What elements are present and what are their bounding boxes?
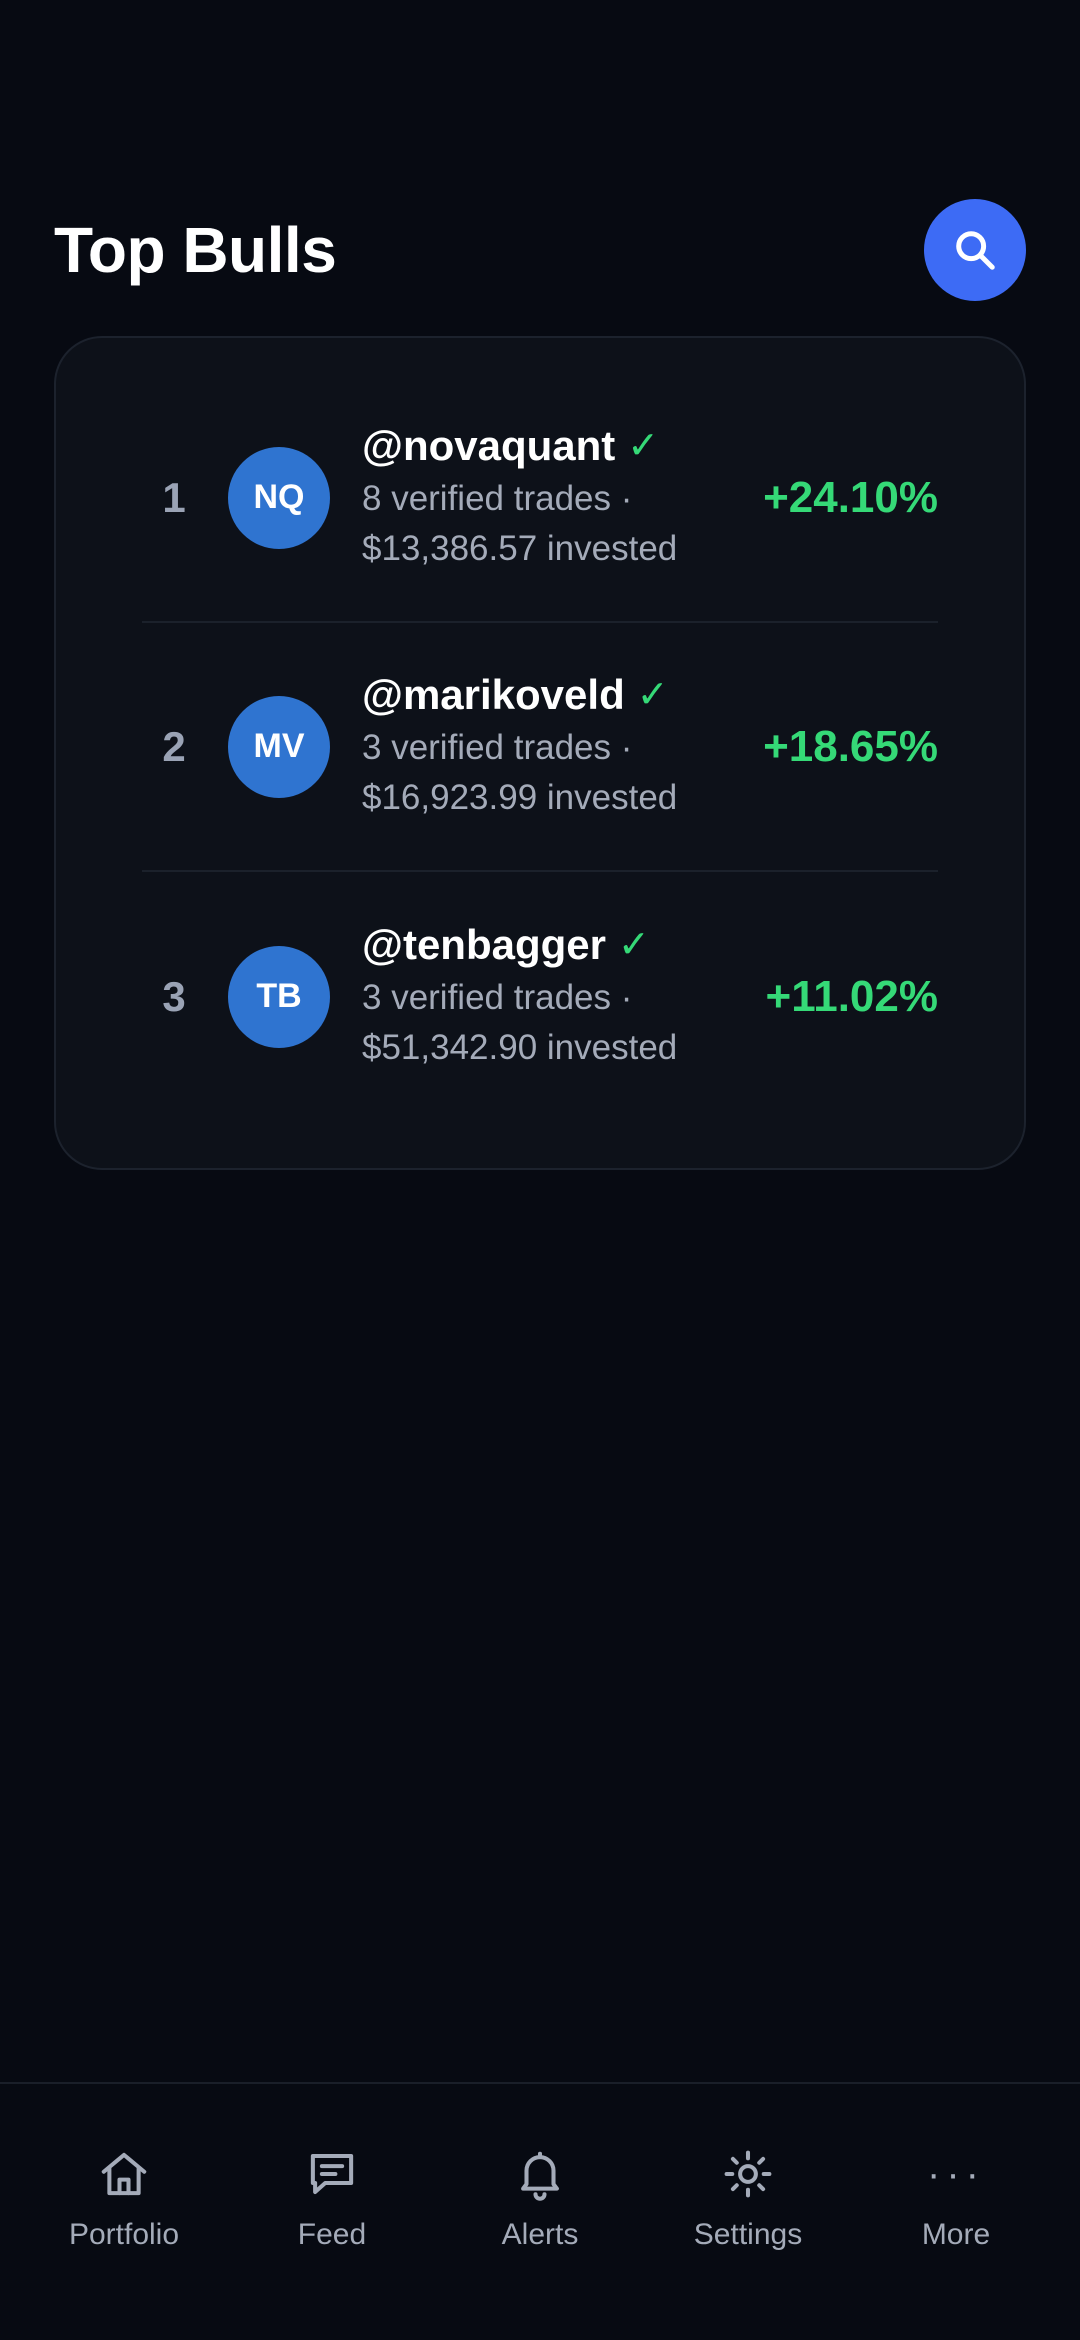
handle-line: @tenbagger ✓ (362, 921, 766, 969)
avatar: TB (228, 945, 330, 1048)
nav-label: Alerts (501, 2218, 579, 2251)
trader-handle: @tenbagger (362, 920, 606, 968)
handle-line: @novaquant ✓ (362, 422, 763, 470)
leaderboard-card: 1 NQ @novaquant ✓ 8 verified trades · $1… (54, 336, 1026, 1170)
invested-amount: $16,923.99 invested (362, 777, 678, 817)
bottom-nav: Portfolio Feed Alerts Settings ··· More (0, 2082, 1080, 2340)
page-title: Top Bulls (54, 214, 337, 286)
trader-info: @novaquant ✓ 8 verified trades · $13,386… (362, 422, 763, 574)
bell-icon (512, 2146, 568, 2202)
nav-label: Feed (297, 2218, 367, 2251)
trader-info: @marikoveld ✓ 3 verified trades · $16,92… (362, 671, 763, 823)
invested-amount: $51,342.90 invested (362, 1027, 678, 1067)
trader-handle: @novaquant (362, 421, 616, 469)
gear-icon (720, 2146, 776, 2202)
gain-percent: +24.10% (763, 472, 938, 522)
avatar: NQ (228, 446, 330, 549)
trades-count: 3 verified trades · (362, 977, 633, 1017)
header: Top Bulls (54, 198, 1026, 302)
rank-number: 2 (162, 722, 186, 770)
more-dots-icon: ··· (927, 2152, 985, 2196)
trades-count: 3 verified trades · (362, 727, 633, 767)
search-button[interactable] (924, 199, 1026, 301)
leaderboard-row[interactable]: 2 MV @marikoveld ✓ 3 verified trades · $… (142, 623, 938, 872)
verified-check-icon: ✓ (636, 674, 669, 716)
nav-label: Portfolio (68, 2218, 180, 2251)
search-icon (956, 231, 995, 270)
nav-item-alerts[interactable]: Alerts (440, 2084, 640, 2340)
gain-percent: +18.65% (763, 721, 938, 771)
invested-amount: $13,386.57 invested (362, 528, 678, 568)
verified-check-icon: ✓ (627, 425, 660, 467)
home-icon (96, 2146, 152, 2202)
trader-info: @tenbagger ✓ 3 verified trades · $51,342… (362, 921, 766, 1073)
verified-check-icon: ✓ (617, 924, 650, 966)
avatar: MV (228, 695, 330, 798)
rank-number: 1 (162, 473, 186, 521)
leaderboard-row[interactable]: 1 NQ @novaquant ✓ 8 verified trades · $1… (142, 374, 938, 623)
gain-percent: +11.02% (765, 971, 939, 1021)
nav-item-more[interactable]: ··· More (856, 2084, 1056, 2340)
trader-handle: @marikoveld (362, 670, 625, 718)
handle-line: @marikoveld ✓ (362, 671, 763, 719)
nav-item-settings[interactable]: Settings (648, 2084, 848, 2340)
nav-label: Settings (693, 2218, 803, 2251)
nav-item-feed[interactable]: Feed (232, 2084, 432, 2340)
trades-count: 8 verified trades · (362, 478, 633, 518)
leaderboard-row[interactable]: 3 TB @tenbagger ✓ 3 verified trades · $5… (142, 872, 938, 1121)
chat-icon (304, 2146, 360, 2202)
nav-label: More (921, 2218, 991, 2251)
app-screen: Top Bulls 1 NQ @novaquant ✓ 8 verified t… (0, 0, 1080, 2340)
rank-number: 3 (162, 972, 186, 1020)
nav-item-portfolio[interactable]: Portfolio (24, 2084, 224, 2340)
